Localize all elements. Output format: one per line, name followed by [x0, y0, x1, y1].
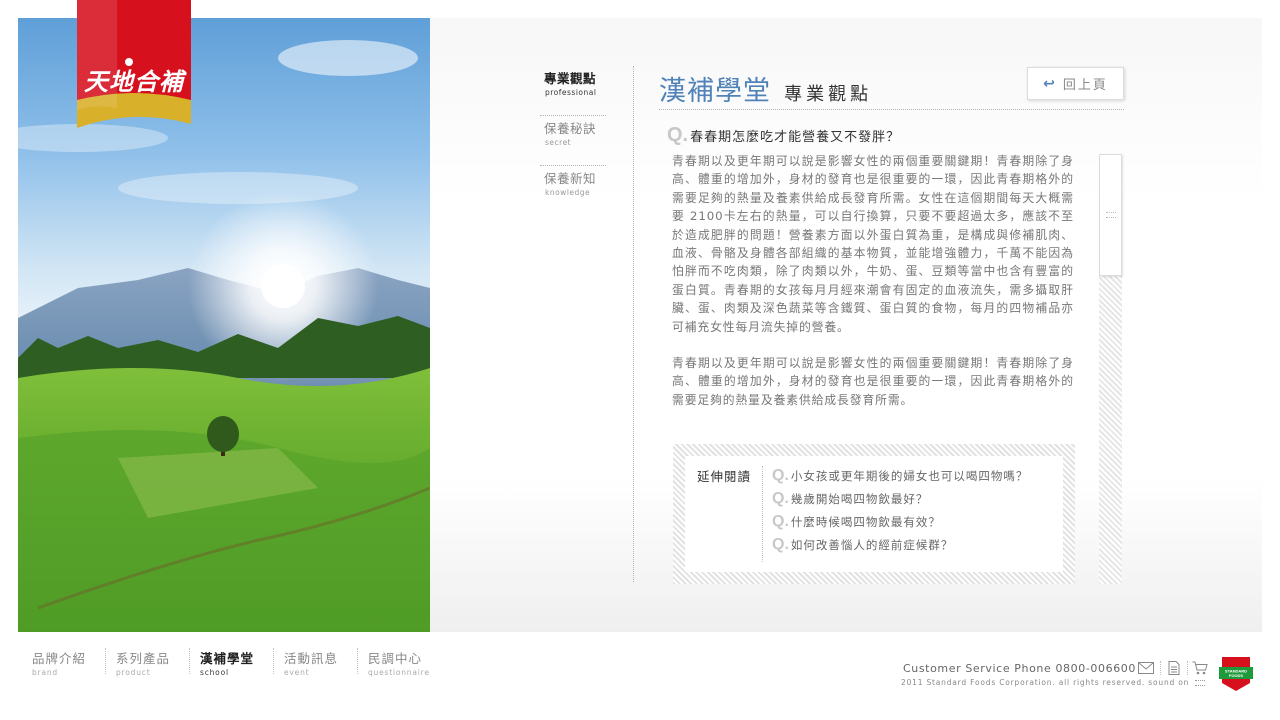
related-reading-label: 延伸閱讀	[697, 469, 752, 484]
subnav-sublabel: knowledge	[545, 188, 591, 197]
subnav-sublabel: professional	[545, 88, 597, 97]
q-mark-icon: Q.	[772, 536, 789, 553]
scrollbar-thumb[interactable]	[1099, 154, 1122, 276]
related-link[interactable]: Q. 幾歲開始喝四物飲最好？	[772, 490, 1028, 513]
sound-toggle-icon[interactable]	[1195, 680, 1206, 686]
related-divider	[762, 466, 763, 562]
footer-nav-label: 民調中心	[368, 651, 423, 666]
related-link[interactable]: Q. 什麼時候喝四物飲最有效？	[772, 513, 1028, 536]
article-paragraph: 青春期以及更年期可以說是影響女性的兩個重要關鍵期！青春期除了身高、體重的增加外，…	[672, 154, 1074, 334]
cart-icon[interactable]	[1192, 661, 1208, 675]
related-link[interactable]: Q. 小女孩或更年期後的婦女也可以喝四物嗎？	[772, 467, 1028, 490]
copyright-text: 2011 Standard Foods Corporation. all rig…	[901, 678, 1190, 687]
footer-nav-brand[interactable]: 品牌介紹 brand	[22, 648, 106, 677]
question-text: 春春期怎麼吃才能營養又不發胖？	[690, 130, 901, 145]
q-mark-icon: Q.	[772, 467, 789, 484]
back-button-label: 回上頁	[1062, 78, 1108, 93]
footer-nav-label: 品牌介紹	[32, 651, 87, 666]
sub-navigation: 專業觀點 professional 保養秘訣 secret 保養新知 knowl…	[540, 66, 606, 216]
customer-service-phone: Customer Service Phone 0800-006600	[903, 662, 1137, 675]
document-icon[interactable]	[1166, 661, 1182, 675]
q-mark-icon: Q.	[772, 490, 789, 507]
footer-nav-label: 系列產品	[116, 651, 171, 666]
subnav-label: 專業觀點	[544, 71, 597, 86]
question-heading: Q. 春春期怎麼吃才能營養又不發胖？	[667, 124, 900, 147]
footer-nav-questionnaire[interactable]: 民調中心 questionnaire	[358, 648, 442, 677]
q-mark-icon: Q.	[772, 513, 789, 530]
footer-nav-label: 活動訊息	[284, 651, 339, 666]
q-mark-icon: Q.	[667, 124, 689, 146]
subnav-label: 保養秘訣	[544, 121, 597, 136]
related-link-text: 幾歲開始喝四物飲最好？	[790, 492, 929, 506]
copyright-line: 2011 Standard Foods Corporation. all rig…	[901, 678, 1206, 687]
section-title: 漢補學堂	[659, 76, 771, 107]
footer-navigation: 品牌介紹 brand 系列產品 product 漢補學堂 school 活動訊息…	[22, 648, 442, 677]
corp-logo-text-bottom: FOODS	[1229, 673, 1244, 678]
section-subtitle: 專業觀點	[784, 84, 873, 105]
footer-nav-label: 漢補學堂	[200, 651, 255, 666]
footer-nav-sublabel: school	[200, 668, 229, 677]
icon-separator	[1160, 661, 1161, 675]
title-divider	[659, 109, 1124, 110]
mail-icon[interactable]	[1138, 661, 1154, 675]
subnav-label: 保養新知	[544, 171, 597, 186]
footer-nav-sublabel: event	[284, 668, 310, 677]
brand-logo[interactable]: 天地合補	[77, 0, 191, 130]
vertical-divider	[633, 66, 634, 582]
related-reading-list: Q. 小女孩或更年期後的婦女也可以喝四物嗎？ Q. 幾歲開始喝四物飲最好？ Q.…	[772, 467, 1028, 559]
return-arrow-icon: ↩	[1043, 75, 1057, 92]
related-link-text: 什麼時候喝四物飲最有效？	[790, 515, 941, 529]
subnav-sublabel: secret	[545, 138, 572, 147]
article-paragraph: 青春期以及更年期可以說是影響女性的兩個重要關鍵期！青春期除了身高、體重的增加外，…	[672, 356, 1074, 407]
related-link-text: 如何改善惱人的經前症候群？	[790, 538, 954, 552]
related-link[interactable]: Q. 如何改善惱人的經前症候群？	[772, 536, 1028, 559]
back-button[interactable]: ↩ 回上頁	[1027, 67, 1124, 100]
footer-nav-sublabel: questionnaire	[368, 668, 430, 677]
icon-separator	[1187, 661, 1188, 675]
footer-nav-school[interactable]: 漢補學堂 school	[190, 648, 274, 677]
footer-nav-event[interactable]: 活動訊息 event	[274, 648, 358, 677]
article-body: 青春期以及更年期可以說是影響女性的兩個重要關鍵期！青春期除了身高、體重的增加外，…	[672, 152, 1074, 427]
scroll-grip-icon	[1106, 212, 1116, 218]
footer-nav-sublabel: brand	[32, 668, 58, 677]
subnav-item-professional[interactable]: 專業觀點 professional	[540, 66, 606, 116]
footer-nav-product[interactable]: 系列產品 product	[106, 648, 190, 677]
related-link-text: 小女孩或更年期後的婦女也可以喝四物嗎？	[790, 469, 1029, 483]
brand-logo-text: 天地合補	[84, 67, 184, 96]
page-title: 漢補學堂 專業觀點	[659, 69, 872, 108]
subnav-item-knowledge[interactable]: 保養新知 knowledge	[540, 166, 606, 216]
footer-nav-sublabel: product	[116, 668, 151, 677]
corporate-logo[interactable]: STANDARD FOODS	[1219, 657, 1253, 691]
subnav-item-secret[interactable]: 保養秘訣 secret	[540, 116, 606, 166]
